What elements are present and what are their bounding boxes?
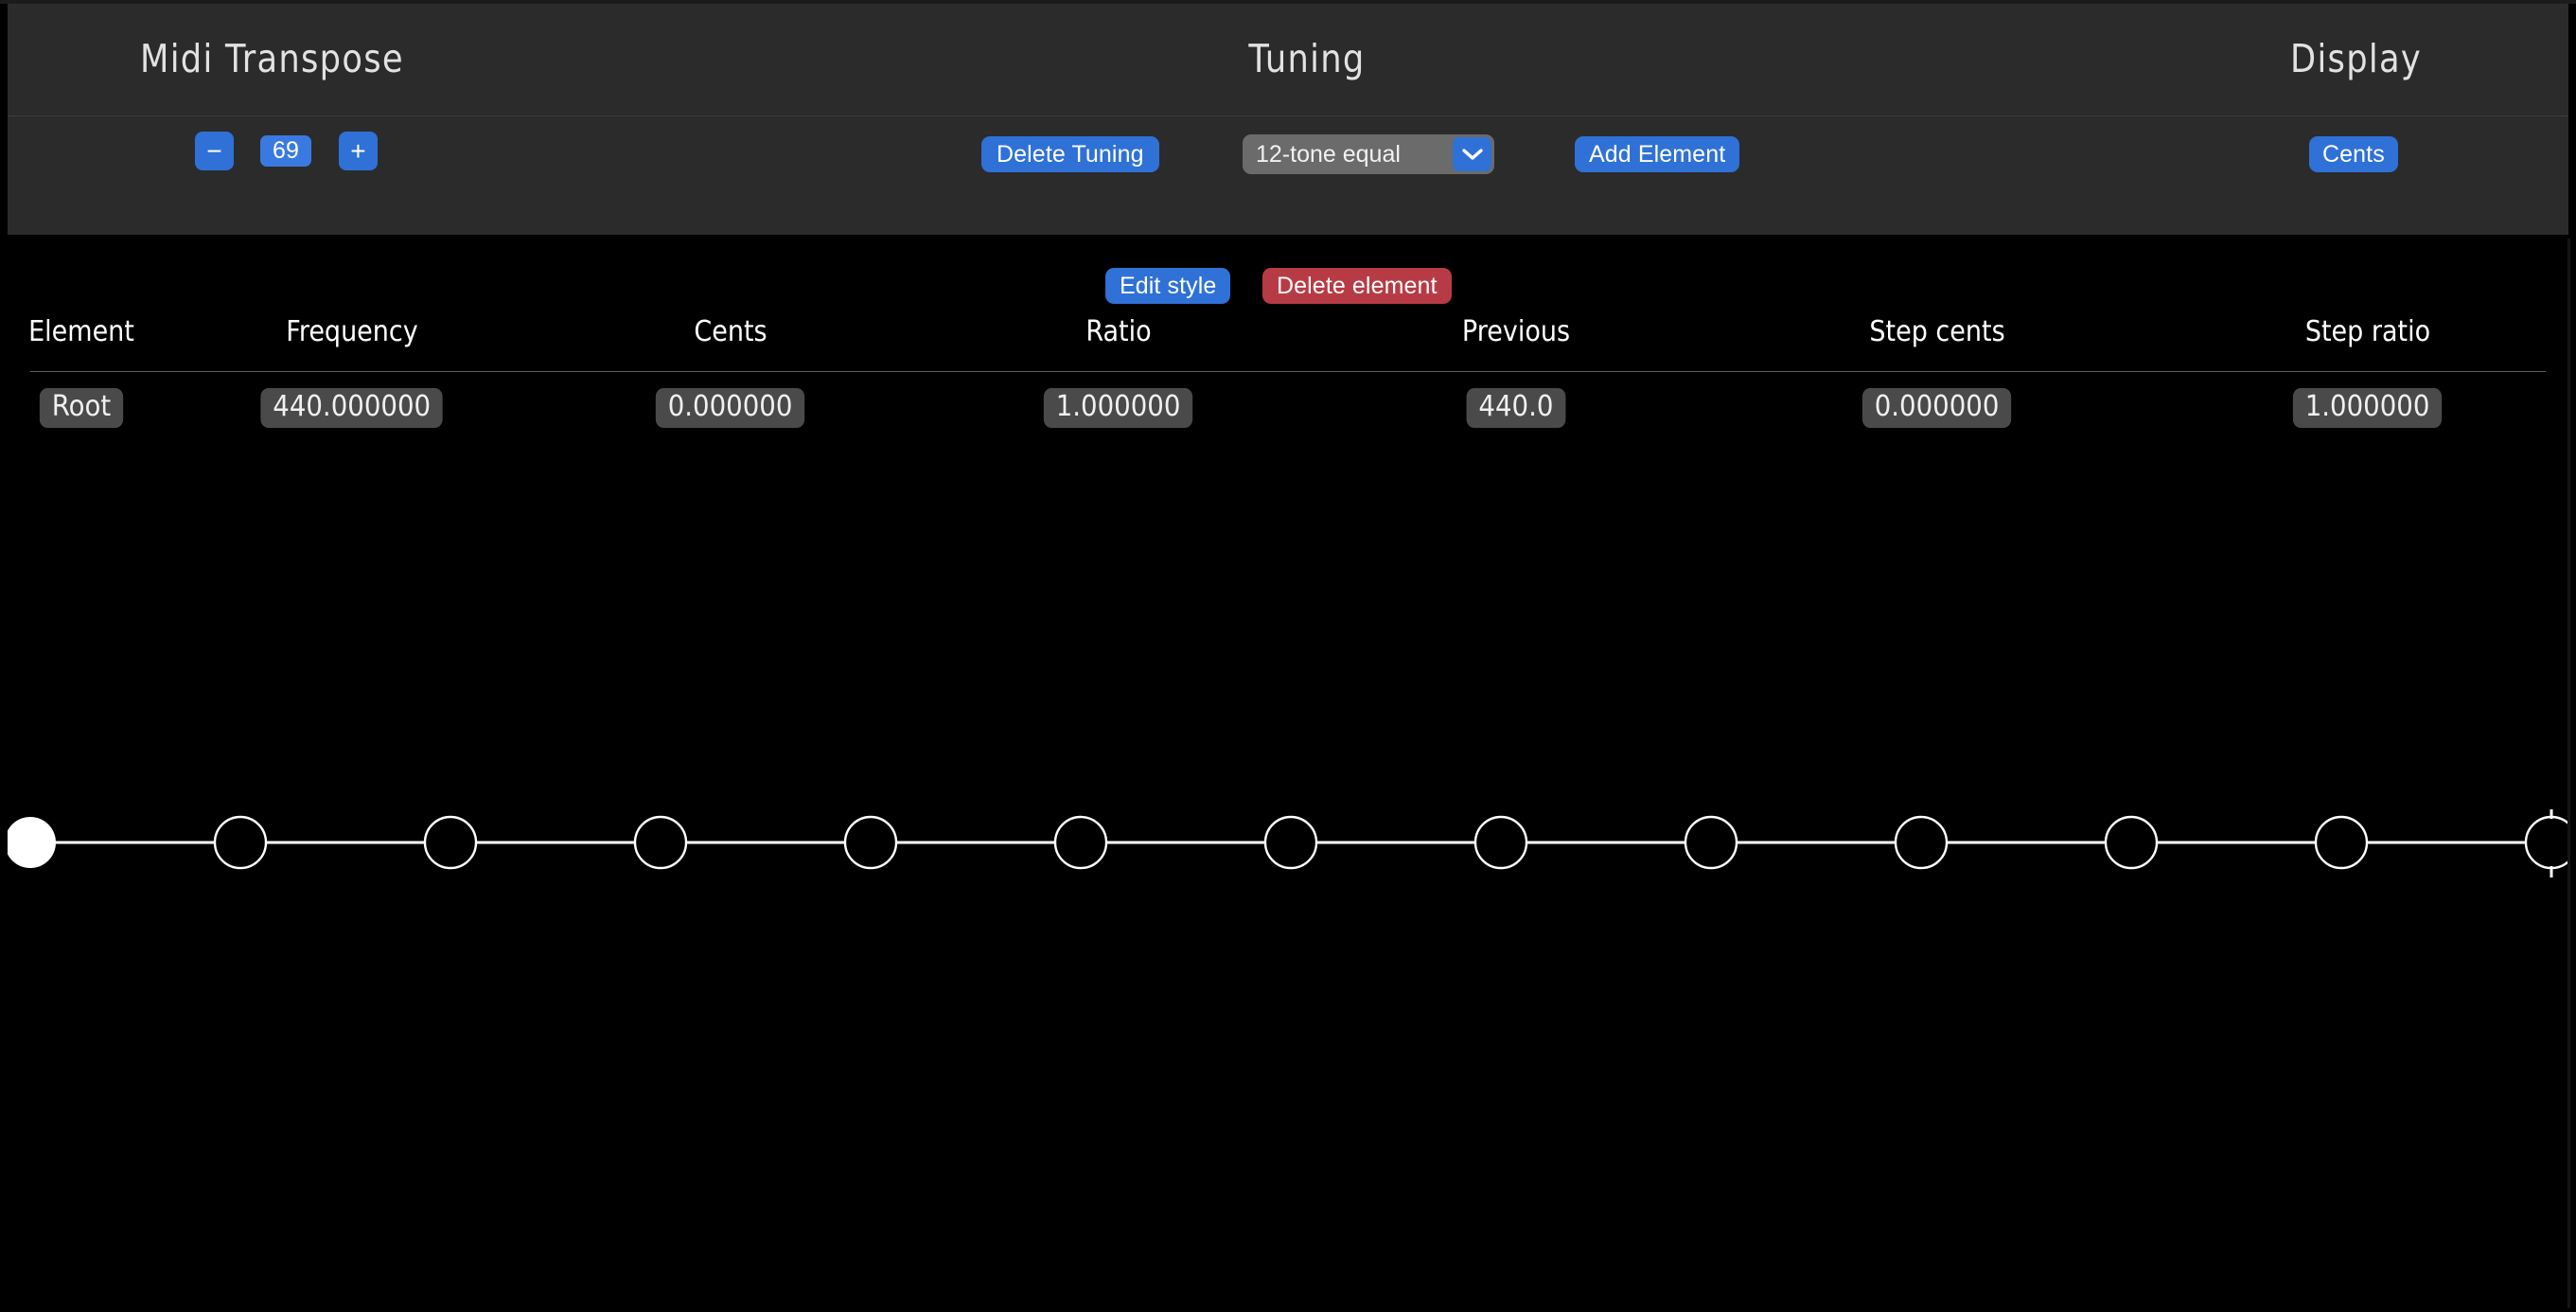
- tuning-node-chain-svg[interactable]: [0, 809, 2576, 970]
- cell-frequency: 440.000000: [163, 388, 541, 428]
- tuning-select-value: 12-tone equal: [1256, 140, 1401, 168]
- chain-node-selected[interactable]: [5, 817, 56, 868]
- tuning-element-table: Element Frequency Cents Ratio Previous S…: [0, 312, 2576, 434]
- chain-node[interactable]: [1263, 815, 1318, 870]
- chain-node[interactable]: [1473, 815, 1528, 870]
- section-title-band: Midi Transpose Tuning Display: [8, 4, 2568, 116]
- chain-node[interactable]: [423, 815, 478, 870]
- cell-element: Root: [0, 388, 163, 428]
- cell-step-cents: 0.000000: [1715, 388, 2160, 428]
- column-header-step-ratio: Step ratio: [2304, 315, 2431, 348]
- cell-element-value[interactable]: Root: [39, 388, 124, 428]
- chain-node[interactable]: [2314, 815, 2369, 870]
- table-header-row: Element Frequency Cents Ratio Previous S…: [0, 312, 2576, 372]
- cell-ratio-value[interactable]: 1.000000: [1044, 388, 1193, 428]
- delete-element-button[interactable]: Delete element: [1262, 268, 1452, 304]
- midi-transpose-increment-button[interactable]: +: [339, 132, 378, 170]
- chain-node[interactable]: [843, 815, 898, 870]
- section-title-display: Display: [2290, 36, 2423, 81]
- display-units-toggle-button[interactable]: Cents: [2309, 136, 2398, 172]
- chain-node[interactable]: [1684, 815, 1738, 870]
- section-title-tuning: Tuning: [1248, 36, 1366, 81]
- column-header-cents: Cents: [694, 315, 768, 348]
- table-row: Root 440.000000 0.000000 1.000000 440.0 …: [0, 371, 2576, 434]
- cell-step-cents-value[interactable]: 0.000000: [1862, 388, 2012, 428]
- column-header-frequency: Frequency: [286, 315, 418, 348]
- cell-previous-value[interactable]: 440.0: [1466, 388, 1566, 428]
- edit-style-button[interactable]: Edit style: [1105, 268, 1231, 304]
- chain-node[interactable]: [1894, 815, 1949, 870]
- midi-transpose-decrement-button[interactable]: −: [195, 132, 234, 170]
- cell-step-ratio: 1.000000: [2160, 388, 2576, 428]
- app-root: Midi Transpose Tuning Display − 69 + Del…: [0, 0, 2576, 1312]
- cell-cents-value[interactable]: 0.000000: [656, 388, 805, 428]
- vertical-scrollbar[interactable]: [2567, 239, 2570, 1308]
- midi-transpose-value-field[interactable]: 69: [260, 135, 311, 167]
- cell-ratio: 1.000000: [920, 388, 1317, 428]
- cell-step-ratio-value[interactable]: 1.000000: [2293, 388, 2443, 428]
- cell-cents: 0.000000: [541, 388, 920, 428]
- chain-node[interactable]: [1053, 815, 1108, 870]
- tuning-node-chain[interactable]: [0, 809, 2576, 970]
- section-title-midi-transpose: Midi Transpose: [140, 36, 404, 81]
- chain-node[interactable]: [2104, 815, 2159, 870]
- column-header-ratio: Ratio: [1085, 315, 1152, 348]
- tuning-select[interactable]: 12-tone equal: [1243, 134, 1494, 174]
- chain-node[interactable]: [213, 815, 268, 870]
- delete-tuning-button[interactable]: Delete Tuning: [981, 136, 1159, 172]
- column-header-element: Element: [28, 315, 134, 348]
- chevron-down-icon[interactable]: [1453, 137, 1491, 171]
- window-left-edge: [0, 4, 8, 1312]
- add-element-button[interactable]: Add Element: [1575, 136, 1740, 172]
- column-header-step-cents: Step cents: [1869, 315, 2005, 348]
- chain-node[interactable]: [633, 815, 688, 870]
- cell-previous: 440.0: [1317, 388, 1715, 428]
- cell-frequency-value[interactable]: 440.000000: [260, 388, 444, 428]
- column-header-previous: Previous: [1461, 315, 1571, 348]
